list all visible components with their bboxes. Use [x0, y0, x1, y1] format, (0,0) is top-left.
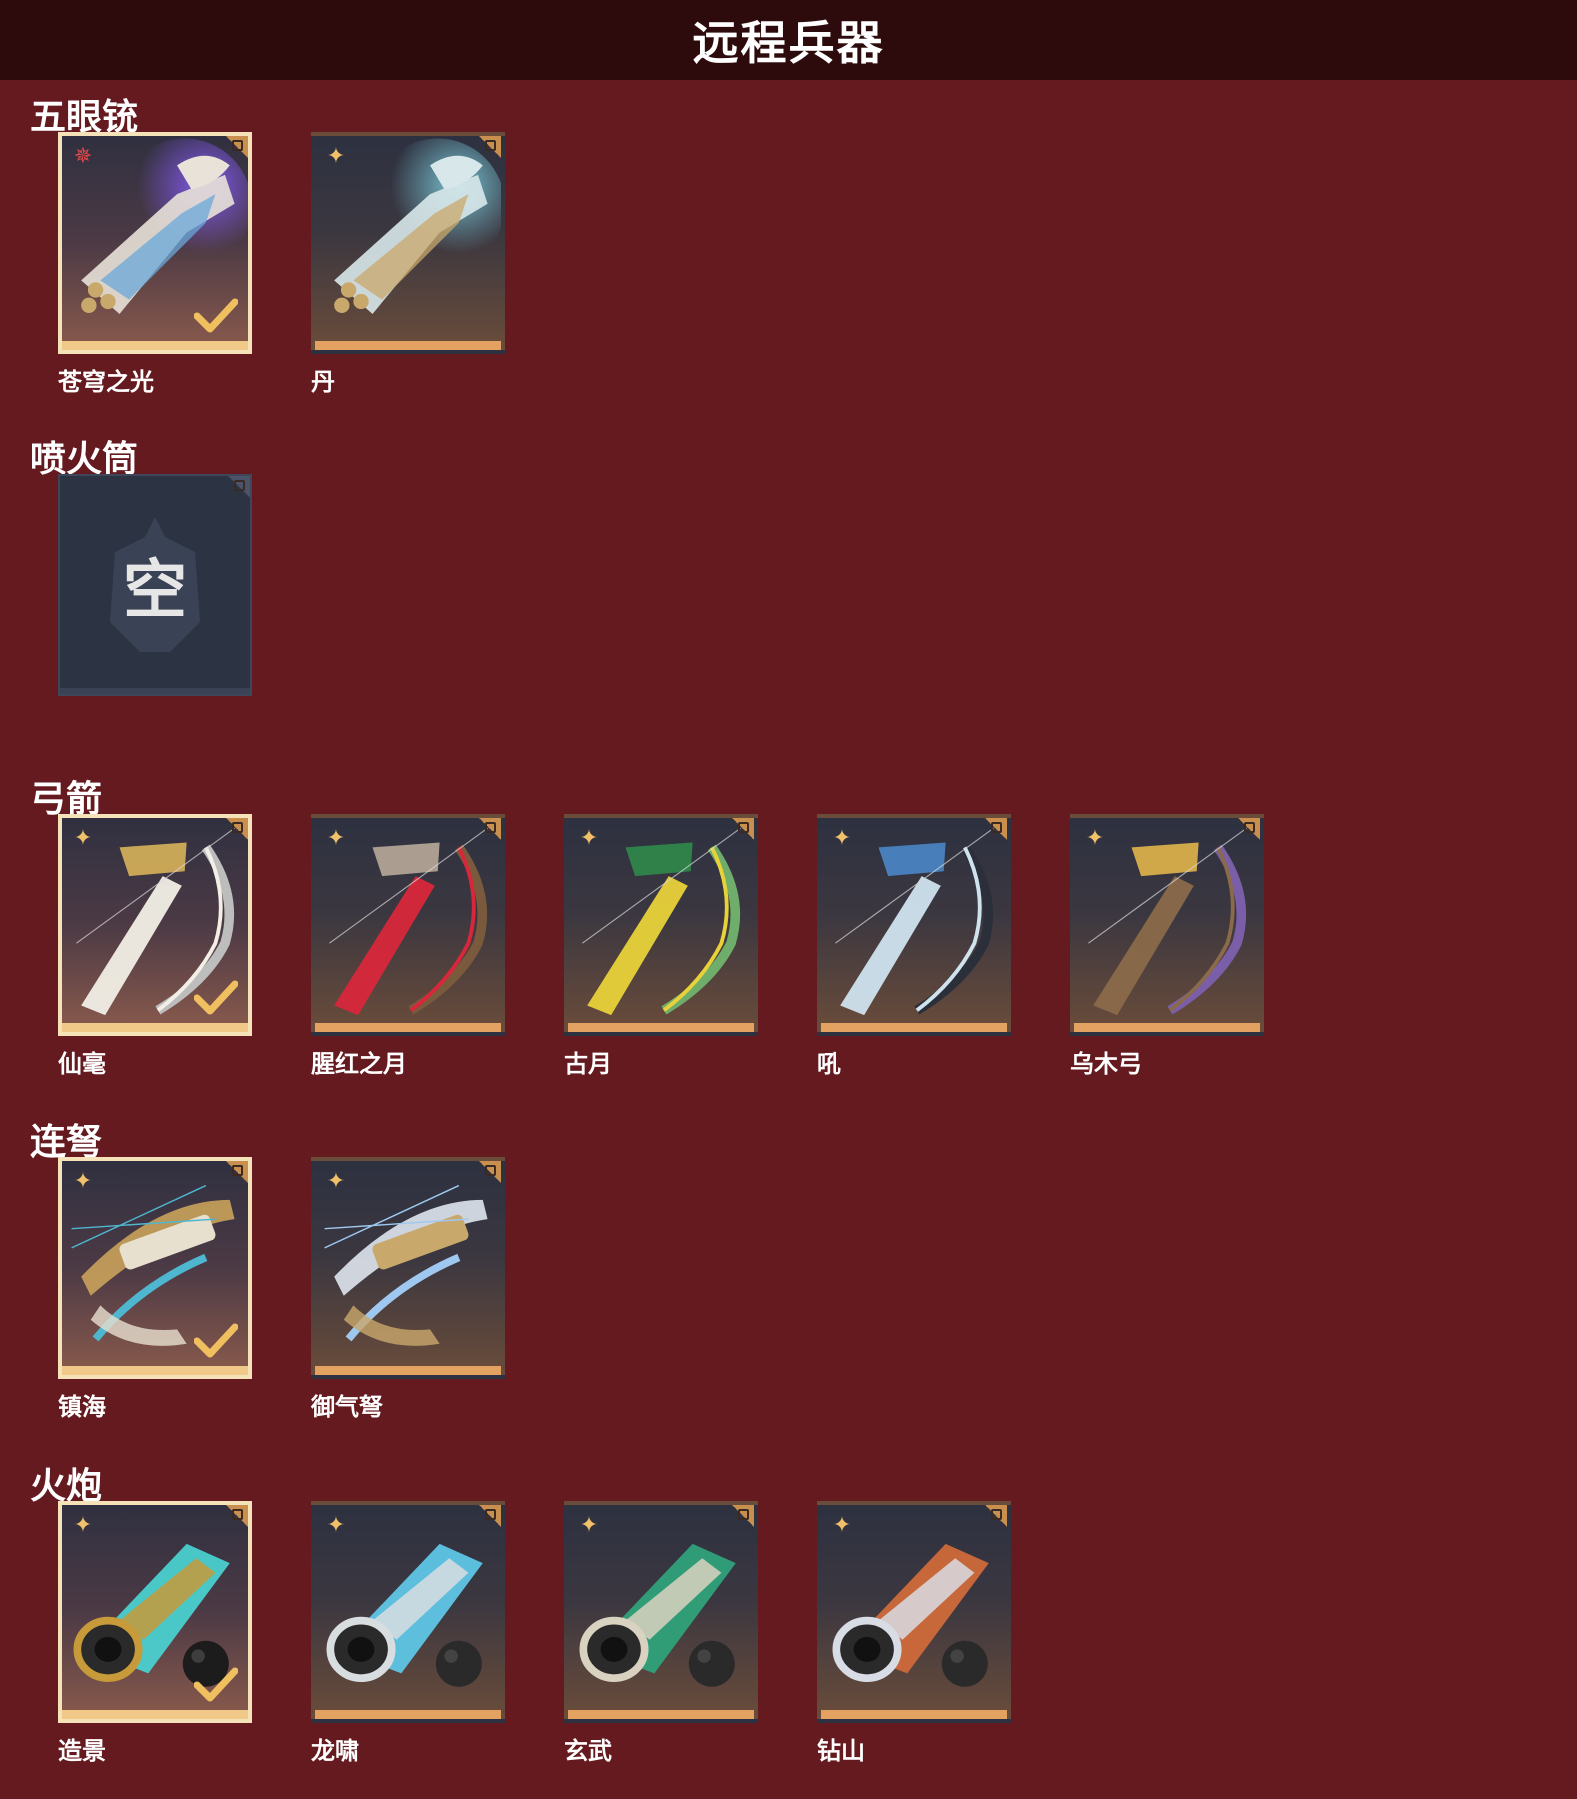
weapon-item[interactable]: ✦ 古月 — [564, 814, 758, 1079]
corner-tag-icon — [732, 1505, 754, 1527]
corner-tag-icon — [732, 818, 754, 840]
weapon-name: 乌木弓 — [1070, 1050, 1142, 1078]
weapon-row: ✦ 仙毫 ✦ 腥红之月 ✦ 古月 ✦ 吼 ✦ 乌木弓 — [58, 814, 1323, 1079]
gold-star-rarity-icon: ✦ — [832, 826, 852, 851]
weapon-name: 造景 — [58, 1737, 106, 1765]
gold-star-rarity-icon: ✦ — [73, 826, 93, 851]
page-title: 远程兵器 — [692, 16, 885, 70]
equipped-check-icon — [194, 298, 238, 333]
corner-tag-icon — [226, 1161, 248, 1183]
gold-star-rarity-icon: ✦ — [326, 826, 346, 851]
corner-tag-icon — [479, 1505, 501, 1527]
page-header: 远程兵器 — [0, 0, 1577, 80]
weapon-item[interactable]: ✦ 镇海 — [58, 1157, 252, 1422]
weapon-card[interactable]: ✵ — [58, 132, 252, 354]
weapon-item[interactable]: ✦ 玄武 — [564, 1501, 758, 1766]
weapon-name: 御气弩 — [311, 1393, 383, 1421]
weapon-card[interactable]: ✦ — [564, 814, 758, 1036]
weapon-card[interactable]: ✦ — [817, 814, 1011, 1036]
weapon-card[interactable]: ✦ — [564, 1501, 758, 1723]
equipped-check-icon — [194, 1323, 238, 1358]
weapon-item[interactable]: ✦ 龙啸 — [311, 1501, 505, 1766]
weapon-item[interactable]: ✦ 丹 — [311, 132, 505, 397]
weapon-item[interactable]: ✦ 御气弩 — [311, 1157, 505, 1422]
gold-star-rarity-icon: ✦ — [326, 144, 346, 169]
empty-slot-card[interactable]: 空 — [58, 474, 252, 696]
weapon-name: 腥红之月 — [311, 1050, 407, 1078]
weapon-item[interactable]: ✦ 乌木弓 — [1070, 814, 1264, 1079]
weapon-item[interactable]: ✦ 钻山 — [817, 1501, 1011, 1766]
weapon-name: 钻山 — [817, 1737, 865, 1765]
gold-star-rarity-icon: ✦ — [326, 1169, 346, 1194]
gold-star-rarity-icon: ✦ — [1085, 826, 1105, 851]
weapon-card[interactable]: ✦ — [311, 814, 505, 1036]
weapon-item[interactable]: ✦ 腥红之月 — [311, 814, 505, 1079]
weapon-card[interactable]: ✦ — [58, 814, 252, 1036]
weapon-card[interactable]: ✦ — [311, 1501, 505, 1723]
weapon-card[interactable]: ✦ — [58, 1157, 252, 1379]
equipped-check-icon — [194, 980, 238, 1015]
weapon-item[interactable]: ✦ 吼 — [817, 814, 1011, 1079]
weapon-name: 吼 — [817, 1050, 841, 1078]
corner-tag-icon — [1238, 818, 1260, 840]
gold-star-rarity-icon: ✦ — [579, 826, 599, 851]
weapon-card[interactable]: ✦ — [817, 1501, 1011, 1723]
weapon-name: 龙啸 — [311, 1737, 359, 1765]
gold-star-rarity-icon: ✦ — [73, 1513, 93, 1538]
weapon-name: 镇海 — [58, 1393, 106, 1421]
weapon-name: 玄武 — [564, 1737, 612, 1765]
weapon-row: 空 — [58, 474, 311, 704]
weapon-name: 仙毫 — [58, 1050, 106, 1078]
corner-tag-icon — [226, 1505, 248, 1527]
weapon-item[interactable]: ✵ 苍穹之光 — [58, 132, 252, 397]
corner-tag-icon — [479, 1161, 501, 1183]
weapon-name: 丹 — [311, 368, 335, 396]
corner-tag-icon — [226, 136, 248, 158]
corner-tag-icon — [226, 818, 248, 840]
weapon-row: ✦ 镇海 ✦ 御气弩 — [58, 1157, 564, 1422]
weapon-item[interactable]: ✦ 仙毫 — [58, 814, 252, 1079]
weapon-item[interactable]: ✦ 造景 — [58, 1501, 252, 1766]
weapon-card[interactable]: ✦ — [58, 1501, 252, 1723]
gold-star-rarity-icon: ✦ — [579, 1513, 599, 1538]
corner-tag-icon — [228, 476, 250, 498]
corner-tag-icon — [985, 1505, 1007, 1527]
empty-weapon-slot[interactable]: 空 — [58, 474, 252, 704]
weapon-name: 苍穹之光 — [58, 368, 154, 396]
weapon-row: ✵ 苍穹之光 ✦ 丹 — [58, 132, 564, 397]
weapon-card[interactable]: ✦ — [1070, 814, 1264, 1036]
gold-star-rarity-icon: ✦ — [73, 1169, 93, 1194]
corner-tag-icon — [479, 818, 501, 840]
red-star-rarity-icon: ✵ — [73, 144, 93, 169]
gold-star-rarity-icon: ✦ — [326, 1513, 346, 1538]
corner-tag-icon — [479, 136, 501, 158]
gold-star-rarity-icon: ✦ — [832, 1513, 852, 1538]
equipped-check-icon — [194, 1667, 238, 1702]
empty-slot-glyph: 空 — [123, 554, 187, 628]
corner-tag-icon — [985, 818, 1007, 840]
weapon-row: ✦ 造景 ✦ 龙啸 ✦ 玄武 ✦ 钻山 — [58, 1501, 1070, 1766]
weapon-card[interactable]: ✦ — [311, 132, 505, 354]
weapon-name: 古月 — [564, 1050, 612, 1078]
weapon-card[interactable]: ✦ — [311, 1157, 505, 1379]
